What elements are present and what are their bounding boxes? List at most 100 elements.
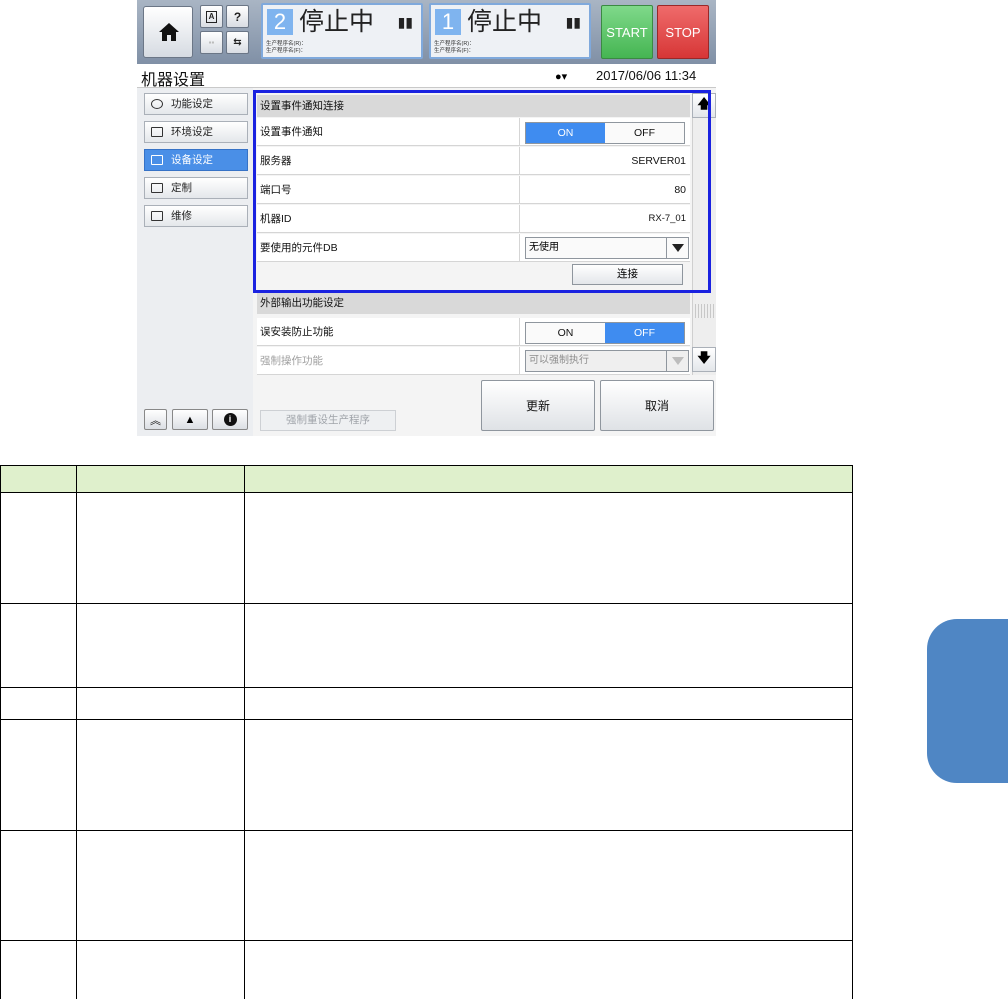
port-field[interactable]: 80	[674, 176, 686, 204]
expand-button[interactable]: ︽	[144, 409, 167, 430]
sidebar-item-custom[interactable]: 定制	[144, 177, 248, 199]
lane-2-status[interactable]: 2 停止中 ▮▮ 生产程序名(R)： 生产程序名(F)：	[261, 3, 423, 59]
scroll-down-button[interactable]: 🡇	[692, 347, 716, 372]
sidebar-item-function[interactable]: 功能设定	[144, 93, 248, 115]
event-notify-toggle[interactable]: ON OFF	[525, 122, 685, 144]
machine-settings-screenshot: A ? ▪▪ ⇆ 2 停止中 ▮▮ 生产程序名(R)： 生产程序名(F)： 1 …	[137, 0, 716, 436]
event-notify-row: 设置事件通知 ON OFF	[257, 118, 690, 146]
table-row	[0, 492, 853, 604]
component-db-select[interactable]: 无使用	[525, 237, 689, 259]
dropdown-arrow-icon	[666, 238, 688, 258]
cancel-button[interactable]: 取消	[600, 380, 714, 431]
toggle-off[interactable]: OFF	[605, 323, 684, 343]
prog-r-label: 生产程序名(R)：	[266, 41, 307, 47]
table-cell	[76, 830, 245, 941]
reset-program-button[interactable]: 强制重设生产程序	[260, 410, 396, 431]
mismount-toggle[interactable]: ON OFF	[525, 322, 685, 344]
table-cell	[0, 492, 77, 604]
arrow-down-icon: 🡇	[697, 349, 711, 365]
lane-1-status[interactable]: 1 停止中 ▮▮ 生产程序名(R)： 生产程序名(F)：	[429, 3, 591, 59]
select-value: 无使用	[529, 242, 559, 253]
table-cell	[0, 830, 77, 941]
top-bar: A ? ▪▪ ⇆ 2 停止中 ▮▮ 生产程序名(R)： 生产程序名(F)： 1 …	[137, 0, 716, 64]
table-cell	[244, 719, 853, 831]
server-field[interactable]: SERVER01	[631, 147, 686, 175]
custom-settings-icon	[151, 183, 163, 193]
sidebar-item-device[interactable]: 设备设定	[144, 149, 248, 171]
table-row	[0, 940, 853, 999]
table-header-cell	[244, 465, 853, 493]
datetime: 2017/06/06 11:34	[596, 68, 697, 83]
connect-button[interactable]: 连接	[572, 264, 683, 285]
sidebar: 功能设定 环境设定 设备设定 定制 维修	[137, 88, 253, 436]
start-button[interactable]: START	[601, 5, 653, 59]
title-row: 机器设置 ●▾ 2017/06/06 11:34	[137, 64, 716, 89]
row-label: 误安装防止功能	[260, 326, 334, 338]
mismount-row: 误安装防止功能 ON OFF	[257, 318, 690, 346]
scroll-grip[interactable]	[695, 304, 715, 318]
warning-icon: ▲	[184, 413, 196, 426]
toggle-on[interactable]: ON	[526, 323, 605, 343]
prog-r-label: 生产程序名(R)：	[434, 41, 475, 47]
lane-status: 停止中	[467, 8, 543, 36]
user-icon: ●▾	[555, 71, 568, 83]
stop-button[interactable]: STOP	[657, 5, 709, 59]
sidebar-item-label: 功能设定	[171, 98, 213, 110]
sidebar-item-maintenance[interactable]: 维修	[144, 205, 248, 227]
toggle-on[interactable]: ON	[526, 123, 605, 143]
table-cell	[244, 830, 853, 941]
table-cell	[76, 940, 245, 999]
machine-id-field[interactable]: RX-7_01	[649, 205, 687, 233]
force-op-row: 强制操作功能 可以强制执行	[257, 347, 690, 375]
help-button[interactable]: ?	[226, 5, 249, 28]
dropdown-arrow-icon	[666, 351, 688, 371]
sidebar-item-label: 维修	[171, 210, 192, 222]
info-button[interactable]: i	[212, 409, 248, 430]
home-button[interactable]	[143, 6, 193, 58]
row-label: 要使用的元件DB	[260, 242, 338, 254]
operator-button[interactable]: ▪▪	[200, 31, 223, 54]
scroll-up-button[interactable]: 🡅	[692, 93, 716, 118]
machine-id-row: 机器ID RX-7_01	[257, 205, 690, 233]
scrollbar-track[interactable]	[692, 93, 716, 375]
toggle-off[interactable]: OFF	[605, 123, 684, 143]
info-icon: i	[223, 413, 237, 426]
lane-number: 1	[435, 9, 461, 35]
component-db-row: 要使用的元件DB 无使用	[257, 234, 690, 262]
keyboard-a-icon: A	[206, 10, 217, 23]
lane-mode-icon: ▮▮	[397, 14, 413, 30]
sidebar-item-label: 设备设定	[171, 154, 213, 166]
help-icon: ?	[233, 9, 242, 24]
table-cell	[244, 492, 853, 604]
sidebar-item-label: 环境设定	[171, 126, 213, 138]
row-label: 设置事件通知	[260, 126, 323, 138]
sidebar-item-environment[interactable]: 环境设定	[144, 121, 248, 143]
row-label: 服务器	[260, 155, 292, 167]
operator-icon: ▪▪	[208, 38, 215, 47]
server-row: 服务器 SERVER01	[257, 147, 690, 175]
alarm-button[interactable]: ▲	[172, 409, 208, 430]
lane-program-names: 生产程序名(R)： 生产程序名(F)：	[266, 41, 307, 55]
prog-f-label: 生产程序名(F)：	[266, 48, 307, 54]
table-row	[0, 603, 853, 688]
port-row: 端口号 80	[257, 176, 690, 204]
connection-button[interactable]: ⇆	[226, 31, 249, 54]
lane-mode-icon: ▮▮	[565, 14, 581, 30]
row-label: 强制操作功能	[260, 355, 323, 367]
table-row	[0, 719, 853, 831]
sidebar-item-label: 定制	[171, 182, 192, 194]
external-output-section-header: 外部输出功能设定	[257, 292, 690, 314]
lane-status: 停止中	[299, 8, 375, 36]
table-cell	[0, 940, 77, 999]
display-toggle-button[interactable]: A	[200, 5, 223, 28]
home-icon	[159, 23, 179, 41]
settings-content: 设置事件通知连接 设置事件通知 ON OFF 服务器 SERVER01 端口号 …	[254, 88, 716, 436]
lane-number: 2	[267, 9, 293, 35]
table-header-row	[0, 465, 853, 493]
environment-settings-icon	[151, 127, 163, 137]
maintenance-icon	[151, 211, 163, 221]
table-cell	[244, 940, 853, 999]
update-button[interactable]: 更新	[481, 380, 595, 431]
force-op-select[interactable]: 可以强制执行	[525, 350, 689, 372]
table-cell	[0, 603, 77, 688]
